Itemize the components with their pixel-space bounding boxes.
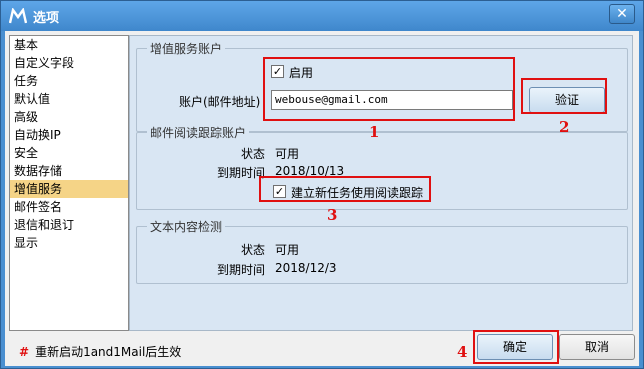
tracking-status-label: 状态 bbox=[241, 147, 266, 161]
category-list[interactable]: 基本 自定义字段 任务 默认值 高级 自动换IP 安全 数据存储 增值服务 邮件… bbox=[9, 35, 129, 331]
note-marker: # bbox=[19, 345, 30, 359]
annotation-number-2: 2 bbox=[559, 118, 570, 136]
account-group-title: 增值服务账户 bbox=[147, 40, 226, 57]
window-title: 选项 bbox=[33, 11, 60, 26]
restart-note: # 重新启动1and1Mail后生效 bbox=[19, 343, 181, 360]
sidebar-item-advanced[interactable]: 高级 bbox=[10, 108, 128, 126]
close-button[interactable]: ✕ bbox=[609, 4, 635, 24]
app-logo-icon bbox=[9, 8, 27, 24]
title-bar[interactable]: 选项 ✕ bbox=[1, 1, 643, 31]
content-check-group-title: 文本内容检测 bbox=[147, 218, 226, 235]
sidebar-item-signature[interactable]: 邮件签名 bbox=[10, 198, 128, 216]
sidebar-item-tasks[interactable]: 任务 bbox=[10, 72, 128, 90]
annotation-box-1 bbox=[263, 57, 515, 121]
annotation-number-4: 4 bbox=[457, 343, 468, 361]
annotation-box-3 bbox=[259, 176, 431, 202]
tracking-group-title: 邮件阅读跟踪账户 bbox=[147, 124, 250, 141]
content-expiry-label: 到期时间 bbox=[217, 263, 266, 277]
options-window: 选项 ✕ 基本 自定义字段 任务 默认值 高级 自动换IP 安全 数据存储 增值… bbox=[0, 0, 644, 369]
ok-button[interactable]: 确定 bbox=[477, 334, 553, 360]
sidebar-item-storage[interactable]: 数据存储 bbox=[10, 162, 128, 180]
content-expiry-value: 2018/12/3 bbox=[275, 261, 337, 275]
cancel-button[interactable]: 取消 bbox=[559, 334, 635, 360]
annotation-number-1: 1 bbox=[369, 123, 380, 141]
restart-note-text: 重新启动1and1Mail后生效 bbox=[35, 345, 182, 359]
content-status-label: 状态 bbox=[241, 243, 266, 257]
content-status-value: 可用 bbox=[275, 243, 300, 257]
annotation-box-2 bbox=[521, 78, 607, 114]
tracking-expiry-label: 到期时间 bbox=[217, 166, 266, 180]
sidebar-item-value-added[interactable]: 增值服务 bbox=[10, 180, 128, 198]
account-label: 账户(邮件地址) bbox=[179, 95, 261, 109]
sidebar-item-display[interactable]: 显示 bbox=[10, 234, 128, 252]
sidebar-item-custom-fields[interactable]: 自定义字段 bbox=[10, 54, 128, 72]
sidebar-item-auto-ip[interactable]: 自动换IP bbox=[10, 126, 128, 144]
sidebar-item-basic[interactable]: 基本 bbox=[10, 36, 128, 54]
close-icon: ✕ bbox=[616, 6, 628, 22]
annotation-number-3: 3 bbox=[327, 206, 338, 224]
sidebar-item-security[interactable]: 安全 bbox=[10, 144, 128, 162]
sidebar-item-defaults[interactable]: 默认值 bbox=[10, 90, 128, 108]
dialog-body: 基本 自定义字段 任务 默认值 高级 自动换IP 安全 数据存储 增值服务 邮件… bbox=[5, 31, 639, 366]
tracking-status-value: 可用 bbox=[275, 147, 300, 161]
content-check-group: 文本内容检测 状态 可用 到期时间 2018/12/3 bbox=[136, 218, 628, 284]
sidebar-item-bounce-unsubscribe[interactable]: 退信和退订 bbox=[10, 216, 128, 234]
